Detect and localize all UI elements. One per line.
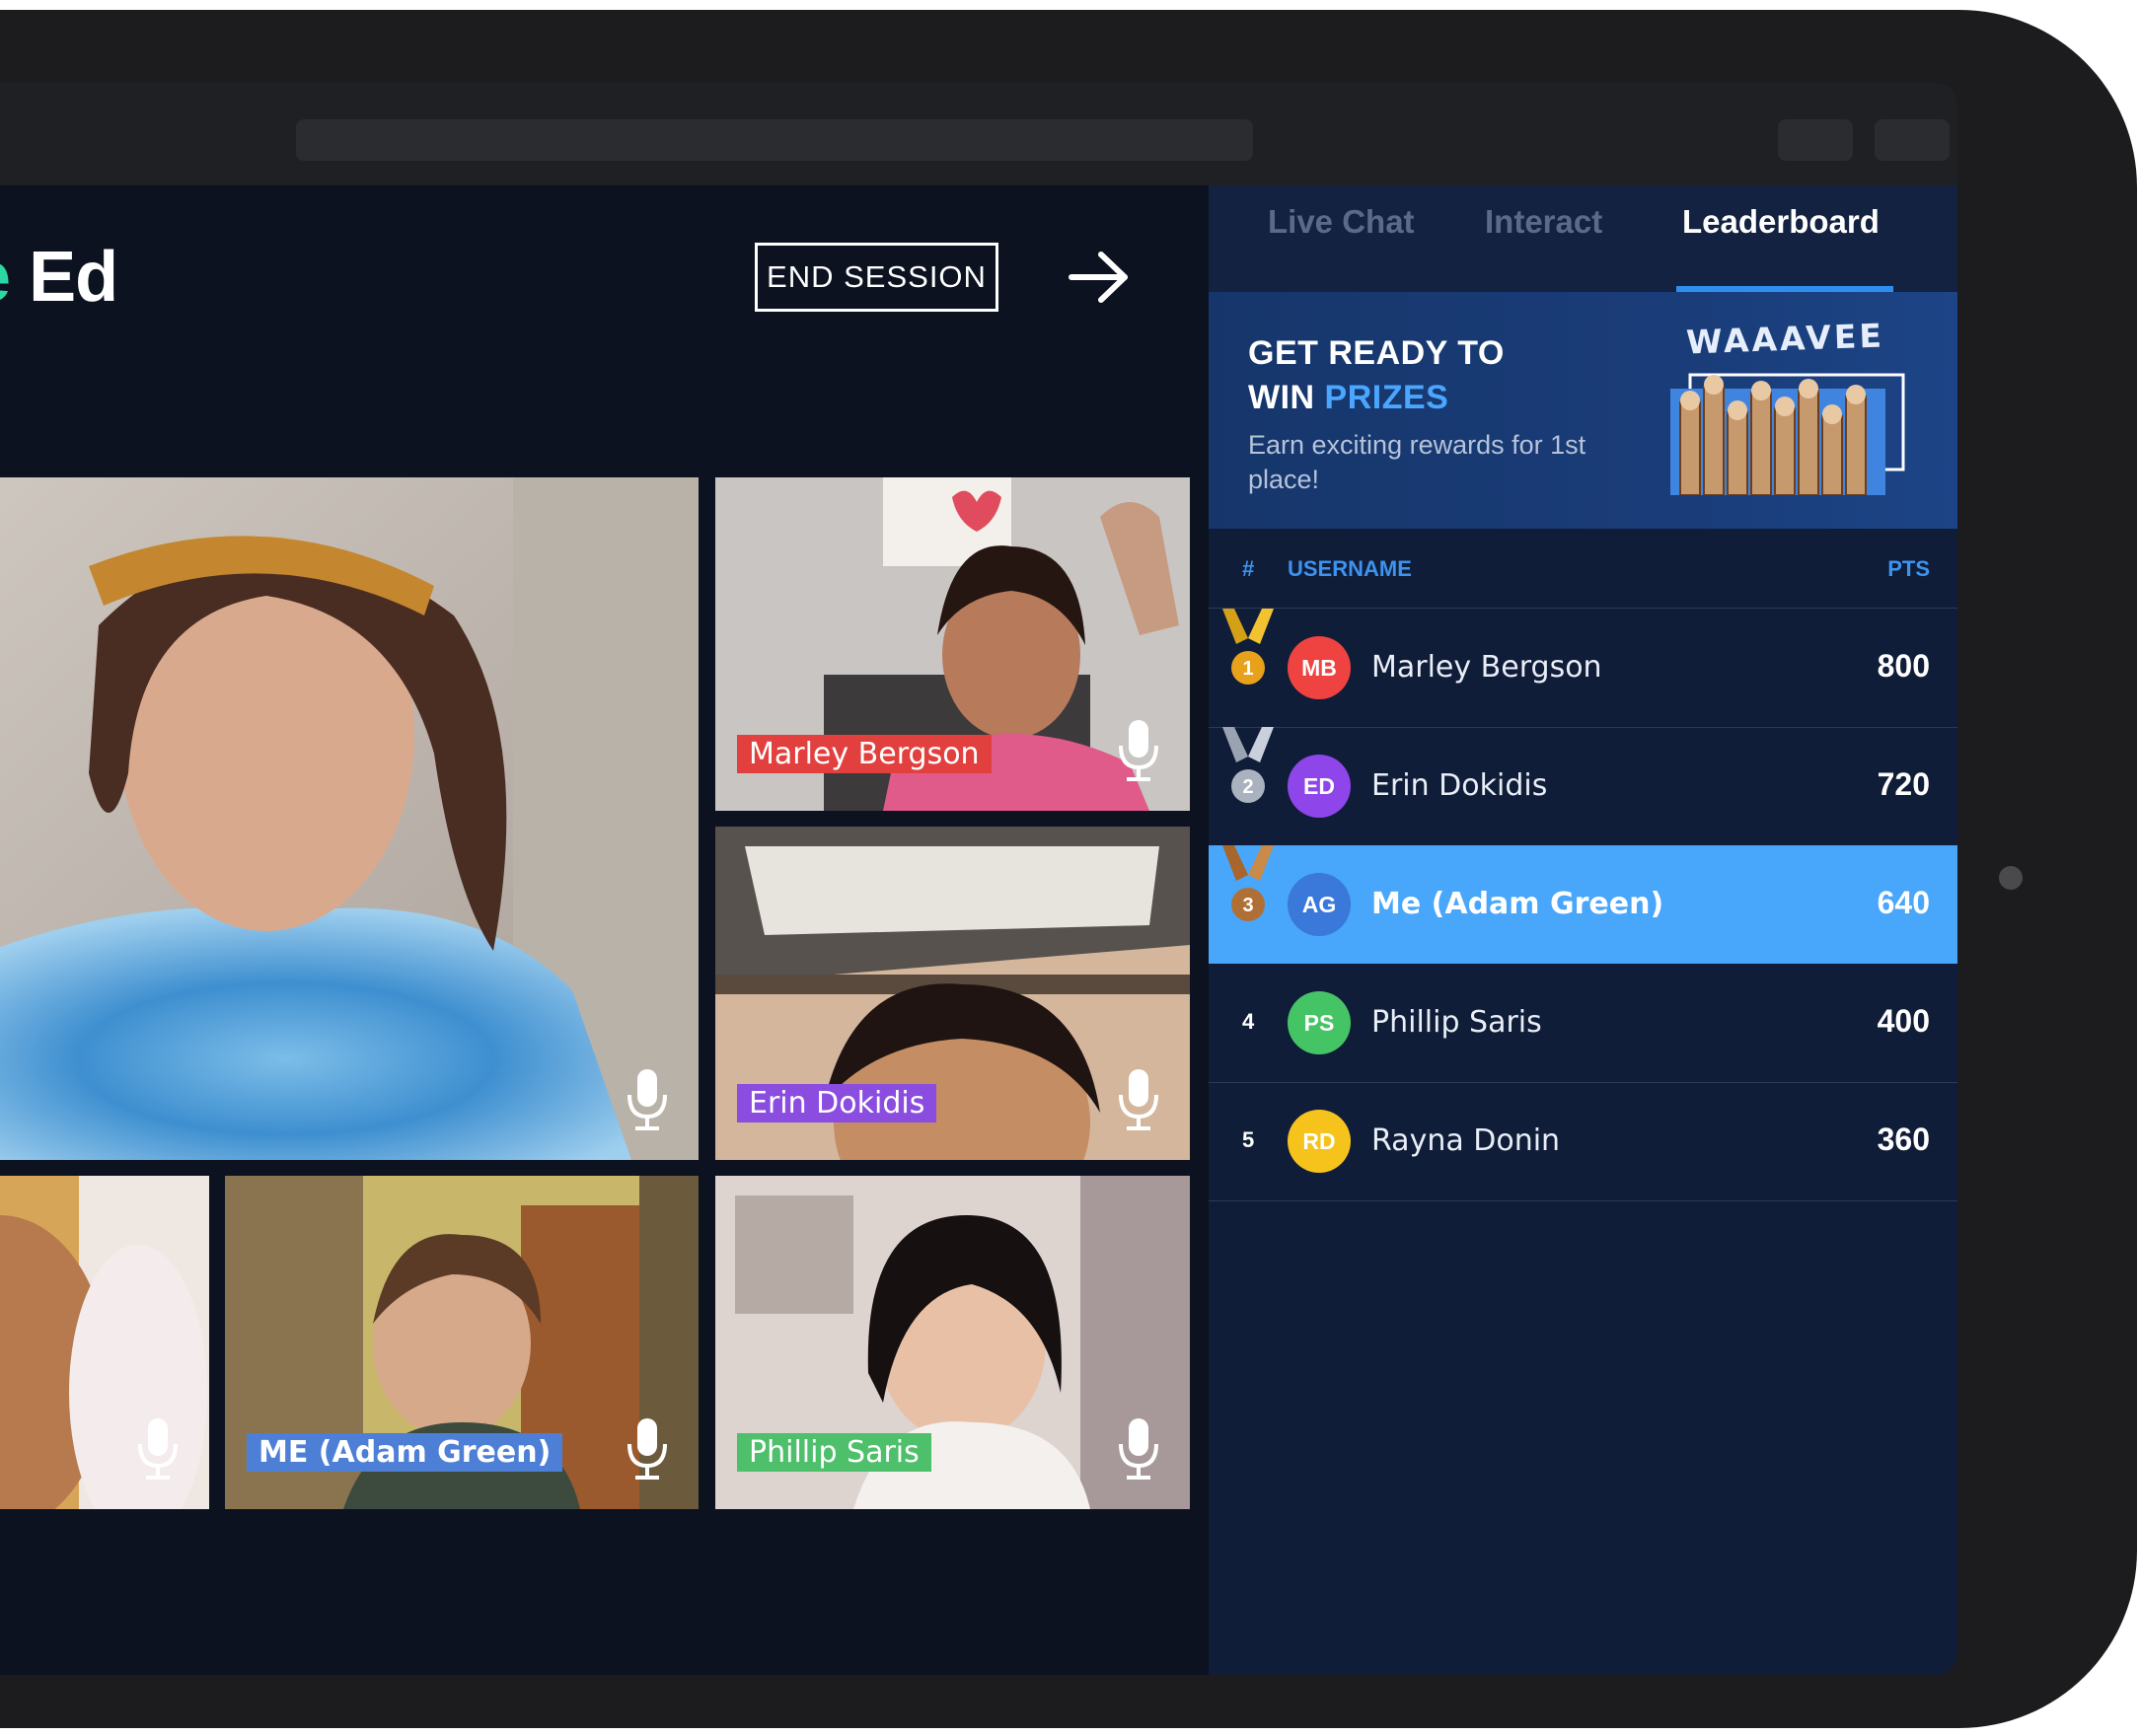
microphone-icon[interactable] bbox=[136, 1416, 180, 1482]
promo-title: GET READY TO WIN PRIZES bbox=[1248, 331, 1702, 420]
leaderboard-header: # USERNAME PTS bbox=[1209, 529, 1957, 609]
tablet-frame: ke Ed END SESSION bbox=[0, 10, 2137, 1728]
side-panel: Live Chat Interact Leaderboard GET READY… bbox=[1209, 185, 1957, 1675]
video-session-area: ke Ed END SESSION bbox=[0, 185, 1209, 1675]
username: Marley Bergson bbox=[1371, 650, 1602, 685]
participant-name-tag: Erin Dokidis bbox=[737, 1084, 937, 1122]
rank-column-header: # bbox=[1242, 556, 1255, 581]
logo-suffix: Ed bbox=[10, 238, 118, 317]
camera-dot bbox=[1999, 866, 2023, 890]
leaderboard-row[interactable]: 4 PS Phillip Saris 400 bbox=[1209, 964, 1957, 1083]
browser-toolbar bbox=[0, 83, 1957, 185]
microphone-icon[interactable] bbox=[1117, 1067, 1160, 1132]
app-screen: ke Ed END SESSION bbox=[0, 83, 1957, 1675]
video-feed bbox=[0, 477, 699, 1160]
avatar: AG bbox=[1288, 873, 1351, 936]
video-tile[interactable]: Erin Dokidis bbox=[715, 827, 1190, 1160]
browser-button[interactable] bbox=[1875, 119, 1950, 161]
rank-number: 4 bbox=[1242, 1009, 1255, 1034]
participant-name-tag: Phillip Saris bbox=[737, 1433, 931, 1472]
medal-rank: 1 bbox=[1242, 658, 1253, 680]
points: 360 bbox=[1877, 1121, 1930, 1157]
gold-medal-icon: 1 bbox=[1222, 609, 1274, 685]
video-tile[interactable] bbox=[0, 1176, 209, 1509]
avatar: PS bbox=[1288, 991, 1351, 1054]
brand-wordmark: WAAAVEE bbox=[1685, 316, 1885, 362]
leaderboard-row-current-user[interactable]: 3 AG Me (Adam Green) 640 bbox=[1209, 845, 1957, 964]
promo-title-line2: WIN bbox=[1248, 379, 1325, 416]
silver-medal-icon: 2 bbox=[1222, 727, 1274, 803]
medal-rank: 3 bbox=[1242, 895, 1253, 916]
promo-subtitle: Earn exciting rewards for 1st place! bbox=[1248, 430, 1586, 494]
video-tile[interactable]: ME (Adam Green) bbox=[225, 1176, 699, 1509]
leaderboard-row[interactable]: 1 MB Marley Bergson 800 bbox=[1209, 609, 1957, 728]
username: Phillip Saris bbox=[1371, 1005, 1542, 1040]
promo-title-highlight: PRIZES bbox=[1324, 379, 1449, 416]
tab-leaderboard[interactable]: Leaderboard bbox=[1682, 203, 1880, 241]
video-tile-main[interactable] bbox=[0, 477, 699, 1160]
points: 720 bbox=[1877, 766, 1930, 802]
username-column-header: USERNAME bbox=[1288, 556, 1412, 581]
prize-banner: GET READY TO WIN PRIZES Earn exciting re… bbox=[1209, 292, 1957, 529]
address-bar[interactable] bbox=[296, 119, 1253, 161]
leaderboard-row[interactable]: 5 RD Rayna Donin 360 bbox=[1209, 1082, 1957, 1201]
promo-title-line1: GET READY TO bbox=[1248, 334, 1505, 372]
avatar: MB bbox=[1288, 636, 1351, 699]
avatar: ED bbox=[1288, 755, 1351, 818]
username: Rayna Donin bbox=[1371, 1123, 1561, 1158]
end-session-button[interactable]: END SESSION bbox=[755, 243, 998, 312]
video-tile[interactable]: Phillip Saris bbox=[715, 1176, 1190, 1509]
microphone-icon[interactable] bbox=[626, 1416, 669, 1482]
participant-name-tag: ME (Adam Green) bbox=[247, 1433, 563, 1472]
medal-rank: 2 bbox=[1242, 776, 1253, 798]
rank-number: 5 bbox=[1242, 1127, 1255, 1152]
avatar: RD bbox=[1288, 1110, 1351, 1173]
microphone-icon[interactable] bbox=[626, 1067, 669, 1132]
points-column-header: PTS bbox=[1887, 556, 1930, 581]
username: Erin Dokidis bbox=[1371, 768, 1548, 803]
microphone-icon[interactable] bbox=[1117, 718, 1160, 783]
app-logo: ke Ed bbox=[0, 237, 118, 318]
username: Me (Adam Green) bbox=[1371, 887, 1664, 921]
points: 800 bbox=[1877, 648, 1930, 684]
browser-button[interactable] bbox=[1778, 119, 1853, 161]
tab-interact[interactable]: Interact bbox=[1485, 203, 1602, 241]
points: 640 bbox=[1877, 885, 1930, 920]
points: 400 bbox=[1877, 1003, 1930, 1039]
microphone-icon[interactable] bbox=[1117, 1416, 1160, 1482]
bronze-medal-icon: 3 bbox=[1222, 845, 1274, 921]
participant-name-tag: Marley Bergson bbox=[737, 735, 992, 773]
leaderboard-row[interactable]: 2 ED Erin Dokidis 720 bbox=[1209, 727, 1957, 846]
arrow-right-icon[interactable] bbox=[1066, 249, 1133, 306]
logo-prefix: ke bbox=[0, 238, 11, 317]
video-tile[interactable]: Marley Bergson bbox=[715, 477, 1190, 811]
tab-live-chat[interactable]: Live Chat bbox=[1268, 203, 1415, 241]
raised-hands-illustration bbox=[1670, 373, 1905, 495]
panel-tabs: Live Chat Interact Leaderboard bbox=[1209, 185, 1957, 292]
